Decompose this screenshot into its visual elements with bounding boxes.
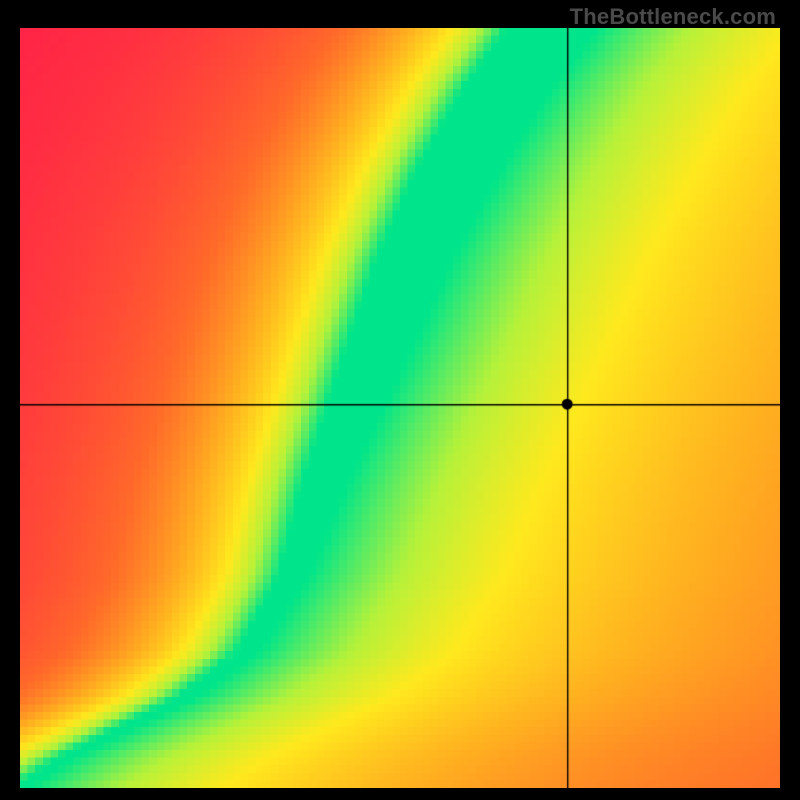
overlay-canvas (20, 28, 780, 788)
chart-container: TheBottleneck.com (0, 0, 800, 800)
watermark-text: TheBottleneck.com (570, 4, 776, 30)
